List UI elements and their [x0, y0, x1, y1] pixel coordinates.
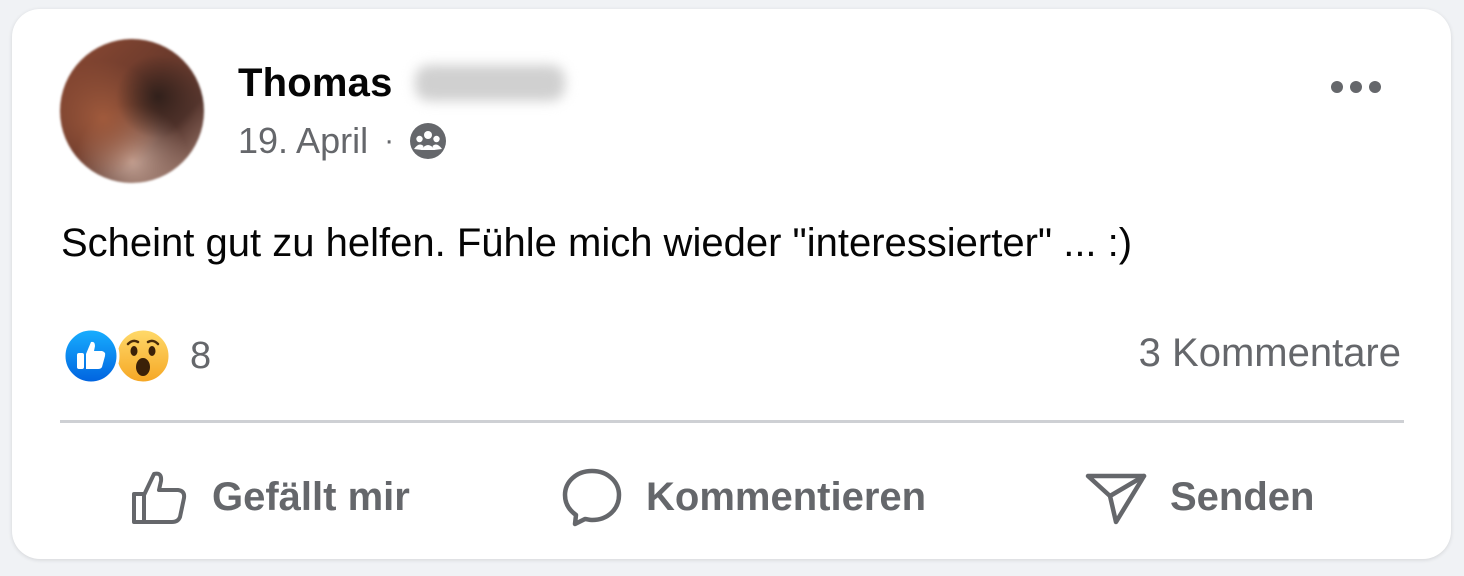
post-card: Thomas 19. April · Scheint gut zu helfen…: [12, 9, 1451, 559]
comment-bubble-icon: [562, 468, 622, 527]
actions-divider: [60, 420, 1404, 423]
like-icon: [62, 327, 120, 385]
reactions-summary[interactable]: 8: [62, 325, 211, 387]
author-name-row: Thomas: [238, 59, 565, 107]
comments-count-link[interactable]: 3 Kommentare: [1139, 331, 1401, 376]
reaction-count: 8: [190, 334, 212, 377]
thumbs-up-icon: [132, 471, 187, 524]
post-date[interactable]: 19. April: [238, 120, 368, 162]
meta-separator: ·: [384, 124, 395, 157]
author-name[interactable]: Thomas: [238, 61, 393, 106]
send-icon: [1085, 473, 1147, 525]
comment-button-label: Kommentieren: [646, 474, 927, 519]
post-text: Scheint gut zu helfen. Fühle mich wieder…: [61, 221, 1133, 265]
comment-button[interactable]: Kommentieren: [560, 461, 926, 533]
like-button-label: Gefällt mir: [212, 474, 410, 519]
friends-group-icon[interactable]: [408, 121, 448, 161]
more-options-icon: [1331, 81, 1381, 93]
post-meta: 19. April ·: [238, 119, 448, 163]
wow-icon: [114, 327, 172, 385]
more-options-button[interactable]: [1324, 67, 1388, 107]
send-button-label: Senden: [1170, 474, 1315, 519]
like-button[interactable]: Gefällt mir: [128, 461, 410, 533]
author-avatar[interactable]: [60, 39, 204, 183]
send-button[interactable]: Senden: [1084, 461, 1314, 533]
author-surname-redacted: [414, 65, 565, 101]
